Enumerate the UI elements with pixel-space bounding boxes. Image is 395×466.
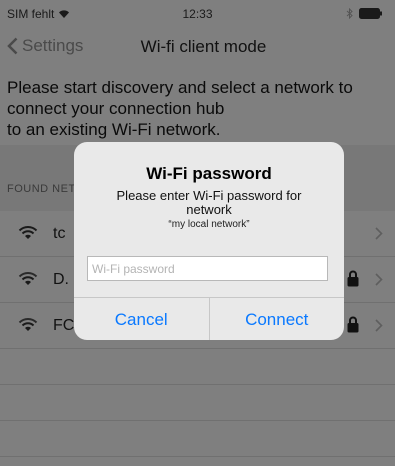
page-title: Wi-fi client mode <box>140 37 267 56</box>
network-name: tc <box>53 225 66 242</box>
empty-list-row <box>0 421 395 457</box>
wifi-icon <box>18 318 38 331</box>
wifi-icon <box>18 226 38 239</box>
clock: 12:33 <box>182 7 213 21</box>
dialog-message-line: Please enter Wi-Fi password for <box>116 188 302 203</box>
battery-icon <box>359 8 382 19</box>
status-bar: SIM fehlt 12:33 <box>0 0 395 28</box>
network-name: D. <box>53 271 69 288</box>
network-name: FC <box>53 317 75 334</box>
bluetooth-icon <box>346 8 353 19</box>
instructions-line: connect your connection hub <box>7 99 225 118</box>
chevron-right-icon <box>375 273 383 286</box>
navigation-bar: Settings Wi-fi client mode <box>0 28 395 62</box>
instructions-text: Please start discovery and select a netw… <box>7 77 392 140</box>
connect-button[interactable]: Connect <box>210 298 345 340</box>
dialog-message: Please enter Wi-Fi password for network <box>94 189 324 217</box>
dialog-network-name: “my local network” <box>168 219 250 230</box>
dialog-title: Wi-Fi password <box>146 164 272 183</box>
dialog-button-row: Cancel Connect <box>74 297 344 340</box>
wifi-password-dialog: Wi-Fi password Please enter Wi-Fi passwo… <box>74 142 344 340</box>
empty-list-row <box>0 349 395 385</box>
cancel-button[interactable]: Cancel <box>74 298 209 340</box>
lock-icon <box>347 270 359 287</box>
dialog-message-line: network <box>186 202 232 217</box>
chevron-right-icon <box>375 319 383 332</box>
instructions-line: to an existing Wi-Fi network. <box>7 120 221 139</box>
lock-icon <box>347 316 359 333</box>
empty-list-row <box>0 385 395 421</box>
wifi-password-input[interactable] <box>87 256 328 281</box>
chevron-right-icon <box>375 227 383 240</box>
instructions-line: Please start discovery and select a netw… <box>7 78 353 97</box>
wifi-icon <box>18 272 38 285</box>
